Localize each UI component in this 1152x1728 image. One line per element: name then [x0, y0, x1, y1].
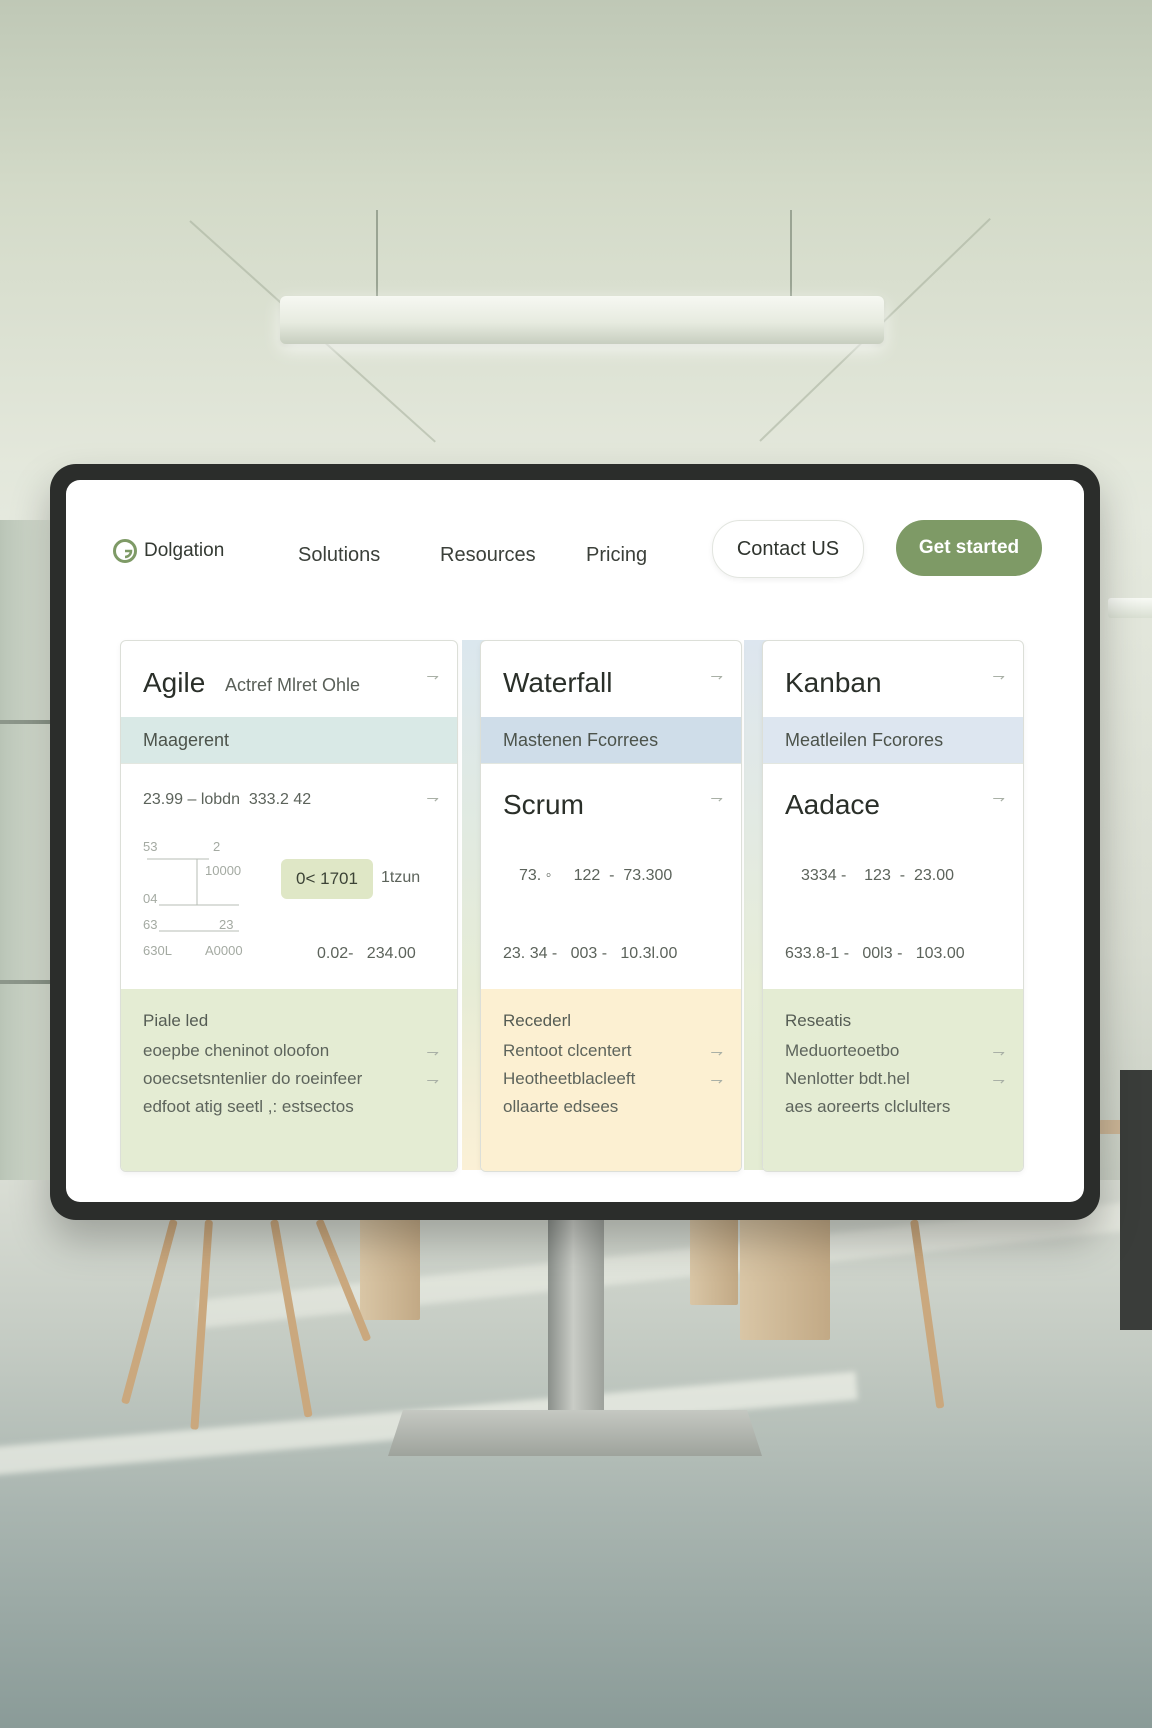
footer-line: Nenlotter bdt.hel: [785, 1069, 910, 1088]
pill-caption: 1tzun: [381, 869, 421, 886]
chart-label: 63: [143, 917, 158, 932]
expand-icon[interactable]: ⇁: [426, 1043, 439, 1061]
footer-line: aes aoreerts clclulters: [785, 1097, 951, 1116]
expand-icon[interactable]: ⇁: [710, 1043, 723, 1061]
metric-header: 23.99 – lobdn 333.2 42: [143, 791, 312, 808]
desk-leg: [740, 1210, 830, 1340]
monitor-stand: [548, 1200, 604, 1430]
card-metrics: Scrum ⇁ 73. ◦ 122 - 73.300 23. 34 - 003 …: [481, 763, 741, 990]
method-card-waterfall: Waterfall ⇁ Mastenen Fcorrees Scrum ⇁ 73…: [480, 640, 742, 1172]
desk-leg: [360, 1210, 420, 1320]
expand-icon[interactable]: ⇁: [710, 1071, 723, 1089]
card-title: Kanban: [785, 667, 882, 698]
expand-icon[interactable]: ⇁: [426, 667, 439, 685]
footer-line: edfoot atig seetl ,: estsectos: [143, 1097, 354, 1116]
window-mullion: [0, 980, 52, 984]
nav-link-pricing[interactable]: Pricing: [586, 544, 647, 567]
footer-title: Recederl: [503, 1011, 572, 1030]
brand-name: Dolgation: [144, 540, 225, 561]
footer-line: Heotheetblacleeft: [503, 1069, 636, 1088]
contact-button[interactable]: Contact US: [712, 520, 864, 578]
chart-label: 53: [143, 839, 158, 854]
value-pill[interactable]: 0< 1701: [281, 859, 373, 899]
window-mullion: [0, 720, 52, 724]
desk-leg: [690, 1210, 738, 1305]
chart-label: A0000: [205, 943, 243, 958]
metric-row: 23. 34 - 003 - 10.3l.00: [503, 945, 678, 962]
section-title: Aadace: [785, 789, 880, 820]
screen: Dolgation Solutions Resources Pricing Co…: [66, 480, 1084, 1202]
method-card-kanban: Kanban ⇁ Meatleilen Fcorores Aadace ⇁ 33…: [762, 640, 1024, 1172]
monitor-base: [388, 1410, 762, 1456]
card-footer: Piale led eoepbe cheninot oloofon ooecse…: [121, 989, 457, 1171]
card-metrics: Aadace ⇁ 3334 - 123 - 23.00 633.8-1 - 00…: [763, 763, 1023, 990]
chart-label: 10000: [205, 863, 242, 878]
brand-logo-icon: [113, 539, 137, 563]
footer-line: eoepbe cheninot oloofon: [143, 1041, 330, 1060]
card-title: Waterfall: [503, 667, 613, 698]
card-subtitle: Actref Mlret Ohle: [225, 675, 361, 695]
footer-line: ooecsetsntenlier do roeinfeer: [143, 1069, 363, 1088]
brand[interactable]: Dolgation: [112, 538, 224, 564]
card-footer: Recederl Rentoot clcentert Heotheetblacl…: [481, 989, 741, 1171]
card-header: Waterfall ⇁: [481, 641, 741, 718]
expand-icon[interactable]: ⇁: [710, 667, 723, 685]
footer-line: Rentoot clcentert: [503, 1041, 632, 1060]
expand-icon[interactable]: ⇁: [992, 1043, 1005, 1061]
get-started-button[interactable]: Get started: [896, 520, 1042, 576]
expand-icon[interactable]: ⇁: [992, 789, 1005, 807]
top-nav: Dolgation Solutions Resources Pricing Co…: [66, 520, 1084, 590]
office-chair: [1120, 1070, 1152, 1330]
card-footer: Reseatis Meduorteoetbo Nenlotter bdt.hel…: [763, 989, 1023, 1171]
footer-title: Reseatis: [785, 1011, 852, 1030]
expand-icon[interactable]: ⇁: [426, 1071, 439, 1089]
chart-label: 630L: [143, 943, 172, 958]
expand-icon[interactable]: ⇁: [426, 789, 439, 807]
mini-line-chart: [147, 858, 239, 932]
card-band: Meatleilen Fcorores: [763, 717, 1023, 764]
band-label: Mastenen Fcorrees: [503, 730, 659, 750]
chart-label: 23: [219, 917, 234, 932]
light-wire-left: [376, 210, 378, 300]
expand-icon[interactable]: ⇁: [710, 789, 723, 807]
metric-row: 0.02- 234.00: [317, 945, 416, 962]
card-metrics: 23.99 – lobdn 333.2 42 ⇁ 53 2 10000 04 6…: [121, 763, 457, 990]
expand-icon[interactable]: ⇁: [992, 1071, 1005, 1089]
ceiling: [0, 0, 1152, 470]
card-header: Agile Actref Mlret Ohle ⇁: [121, 641, 457, 718]
metric-row: 3334 - 123 - 23.00: [801, 867, 954, 884]
footer-title: Piale led: [143, 1011, 209, 1030]
expand-icon[interactable]: ⇁: [992, 667, 1005, 685]
band-label: Meatleilen Fcorores: [785, 730, 944, 750]
metric-row: 633.8-1 - 00l3 - 103.00: [785, 945, 965, 962]
chart-label: 2: [213, 839, 221, 854]
nav-link-resources[interactable]: Resources: [440, 544, 536, 567]
ceiling-light-far: [1108, 598, 1152, 618]
footer-line: Meduorteoetbo: [785, 1041, 900, 1060]
light-wire-right: [790, 210, 792, 300]
section-title: Scrum: [503, 789, 584, 820]
method-card-agile: Agile Actref Mlret Ohle ⇁ Maagerent 23.9…: [120, 640, 458, 1172]
card-header: Kanban ⇁: [763, 641, 1023, 718]
metric-row: 73. ◦ 122 - 73.300: [519, 867, 673, 884]
footer-line: ollaarte edsees: [503, 1097, 619, 1116]
monitor: Dolgation Solutions Resources Pricing Co…: [50, 464, 1100, 1220]
band-label: Maagerent: [143, 730, 230, 750]
card-title: Agile: [143, 667, 206, 698]
card-band: Maagerent: [121, 717, 457, 764]
left-window: [0, 520, 56, 1240]
nav-link-solutions[interactable]: Solutions: [298, 544, 380, 567]
ceiling-light: [280, 296, 884, 344]
chart-label: 04: [143, 891, 158, 906]
card-band: Mastenen Fcorrees: [481, 717, 741, 764]
